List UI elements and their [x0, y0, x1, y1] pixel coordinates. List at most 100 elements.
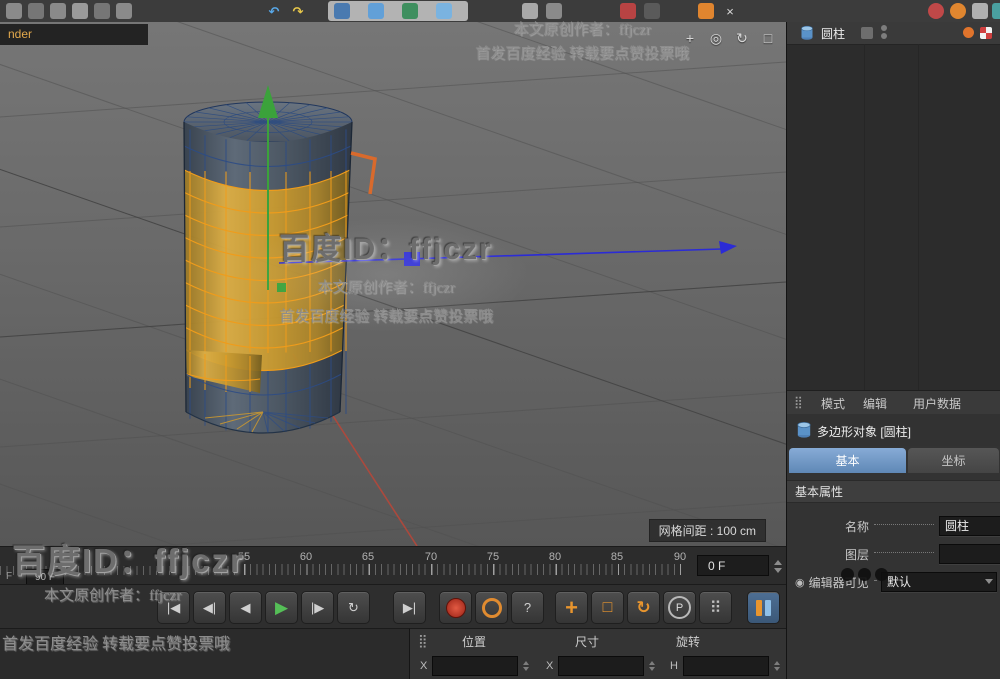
toolbar-icon[interactable]: [116, 3, 132, 19]
viewport-3d[interactable]: nder + ◎ ↻ □ 网格间距 : 100 cm: [0, 22, 786, 546]
radius-handle[interactable]: [350, 151, 377, 195]
attribute-mode-bar: ⣿ 模式 编辑 用户数据: [787, 390, 1000, 415]
prev-frame-icon: ◀: [240, 599, 251, 615]
play-button[interactable]: ▶: [265, 591, 298, 624]
viewport-controls: + ◎ ↻ □: [682, 30, 776, 47]
undo-icon[interactable]: ↶: [266, 3, 282, 19]
value-stepper[interactable]: [523, 661, 530, 671]
rotate-icon: ↻: [636, 597, 651, 617]
name-input[interactable]: 圆柱: [939, 516, 1000, 536]
grid-spacing-label: 网格间距 : 100 cm: [648, 519, 766, 542]
radio-icon[interactable]: ◉: [795, 576, 805, 589]
editor-visibility-dropdown[interactable]: 默认: [881, 572, 997, 592]
zoom-view-icon[interactable]: ◎: [708, 30, 724, 47]
redo-icon[interactable]: ↷: [290, 3, 306, 19]
value-stepper[interactable]: [773, 661, 780, 671]
right-panel: 圆柱 ⣿ 模式 编辑 用户数据 多边形对象 [圆柱] 基本 坐标 基本属性 名称…: [786, 22, 1000, 679]
stepper-down-icon[interactable]: [773, 568, 782, 573]
next-frame-icon: |▶: [310, 599, 325, 615]
timeline[interactable]: 55 60 65 70 75 80 85 90 F 90 F 0 F: [0, 546, 786, 585]
maximize-view-icon[interactable]: □: [760, 30, 776, 47]
record-keyframe-button[interactable]: [439, 591, 472, 624]
chevron-down-icon: [985, 579, 993, 584]
coordinate-system-button[interactable]: P: [663, 591, 696, 624]
primitive-tool-icon[interactable]: [436, 3, 452, 19]
timeline-ruler[interactable]: [244, 564, 681, 575]
tab-coordinates[interactable]: 坐标: [908, 448, 999, 473]
prev-frame-button[interactable]: ◀: [229, 591, 262, 624]
timeline-tick-label: 70: [424, 551, 438, 563]
tab-mode[interactable]: 模式: [821, 395, 845, 412]
toolbar-icon-orange[interactable]: [698, 3, 714, 19]
primitive-tool-icon[interactable]: [368, 3, 384, 19]
transport-bar: |◀ ◀| ◀ ▶ |▶ ↻ ▶| ? + □ ↻ P ⠿: [0, 584, 786, 629]
toolbar-icon[interactable]: [546, 3, 562, 19]
primitive-tool-icon[interactable]: [334, 3, 350, 19]
dots-grid-icon: ⠿: [709, 599, 722, 617]
scale-tool-button[interactable]: □: [591, 591, 624, 624]
rotate-view-icon[interactable]: ↻: [734, 30, 750, 47]
toolbar-icon-red[interactable]: [928, 3, 944, 19]
scale-icon: □: [602, 598, 613, 616]
layer-chip-icon[interactable]: [861, 27, 873, 39]
dropdown-value: 默认: [887, 575, 912, 589]
value-stepper[interactable]: [649, 661, 656, 671]
pan-view-icon[interactable]: +: [682, 30, 698, 47]
current-frame-field[interactable]: 0 F: [697, 555, 769, 576]
bottom-left-panel: [0, 628, 409, 679]
loop-button[interactable]: ↻: [337, 591, 370, 624]
rotation-h-group: H: [670, 656, 780, 676]
workplane-button[interactable]: [747, 591, 780, 624]
workplane-icon: [756, 599, 771, 616]
toolbar-icon[interactable]: [28, 3, 44, 19]
toolbar-icon[interactable]: [992, 3, 1000, 19]
tab-edit[interactable]: 编辑: [863, 395, 887, 412]
toolbar-icon[interactable]: [50, 3, 66, 19]
layer-input[interactable]: [939, 544, 1000, 564]
size-x-input[interactable]: [558, 656, 645, 676]
frame-stepper[interactable]: [772, 555, 783, 578]
cylinder-icon: [801, 25, 813, 40]
prev-key-button[interactable]: ◀|: [193, 591, 226, 624]
om-column-divider: [918, 44, 919, 390]
toolbar-icon[interactable]: [94, 3, 110, 19]
field-label: 名称: [845, 519, 870, 534]
object-row-cylinder[interactable]: 圆柱: [787, 22, 1000, 45]
toolbar-icon[interactable]: [644, 3, 660, 19]
z-axis-handle[interactable]: [278, 241, 737, 266]
timeline-tick-label: 85: [610, 551, 624, 563]
toolbar-icon[interactable]: [72, 3, 88, 19]
enable-dot-icon[interactable]: [963, 27, 974, 38]
toolbar-icon-orange[interactable]: [950, 3, 966, 19]
toolbar-icon[interactable]: [6, 3, 22, 19]
goto-start-button[interactable]: |◀: [157, 591, 190, 624]
rotate-tool-button[interactable]: ↻: [627, 591, 660, 624]
field-label: 图层: [845, 547, 870, 562]
toolbar-icon[interactable]: [522, 3, 538, 19]
move-tool-button[interactable]: +: [555, 591, 588, 624]
display-checker-icon[interactable]: [980, 27, 992, 39]
rotation-h-input[interactable]: [682, 656, 769, 676]
visibility-toggle-icons[interactable]: [881, 25, 887, 39]
goto-end-button[interactable]: ▶|: [393, 591, 426, 624]
window-title-fragment: nder: [0, 24, 148, 45]
range-end-field[interactable]: 90 F: [26, 569, 64, 585]
play-icon: ▶: [274, 597, 289, 617]
timeline-tick-label: 90: [673, 551, 687, 563]
section-basic-properties[interactable]: 基本属性: [787, 480, 1000, 503]
object-name: 圆柱: [821, 27, 846, 41]
toolbar-icon-red[interactable]: [620, 3, 636, 19]
tab-userdata[interactable]: 用户数据: [913, 395, 961, 412]
autokey-button[interactable]: [475, 591, 508, 624]
goto-end-icon: ▶|: [402, 599, 417, 615]
close-icon[interactable]: ×: [722, 3, 738, 19]
position-x-input[interactable]: [432, 656, 519, 676]
primitive-tool-icon[interactable]: [402, 3, 418, 19]
stepper-up-icon[interactable]: [773, 560, 782, 565]
toolbar-icon[interactable]: [972, 3, 988, 19]
axis-lock-grid-button[interactable]: ⠿: [699, 591, 732, 624]
next-frame-button[interactable]: |▶: [301, 591, 334, 624]
tab-basic[interactable]: 基本: [789, 448, 906, 473]
help-button[interactable]: ?: [511, 591, 544, 624]
position-x-group: X: [420, 656, 530, 676]
